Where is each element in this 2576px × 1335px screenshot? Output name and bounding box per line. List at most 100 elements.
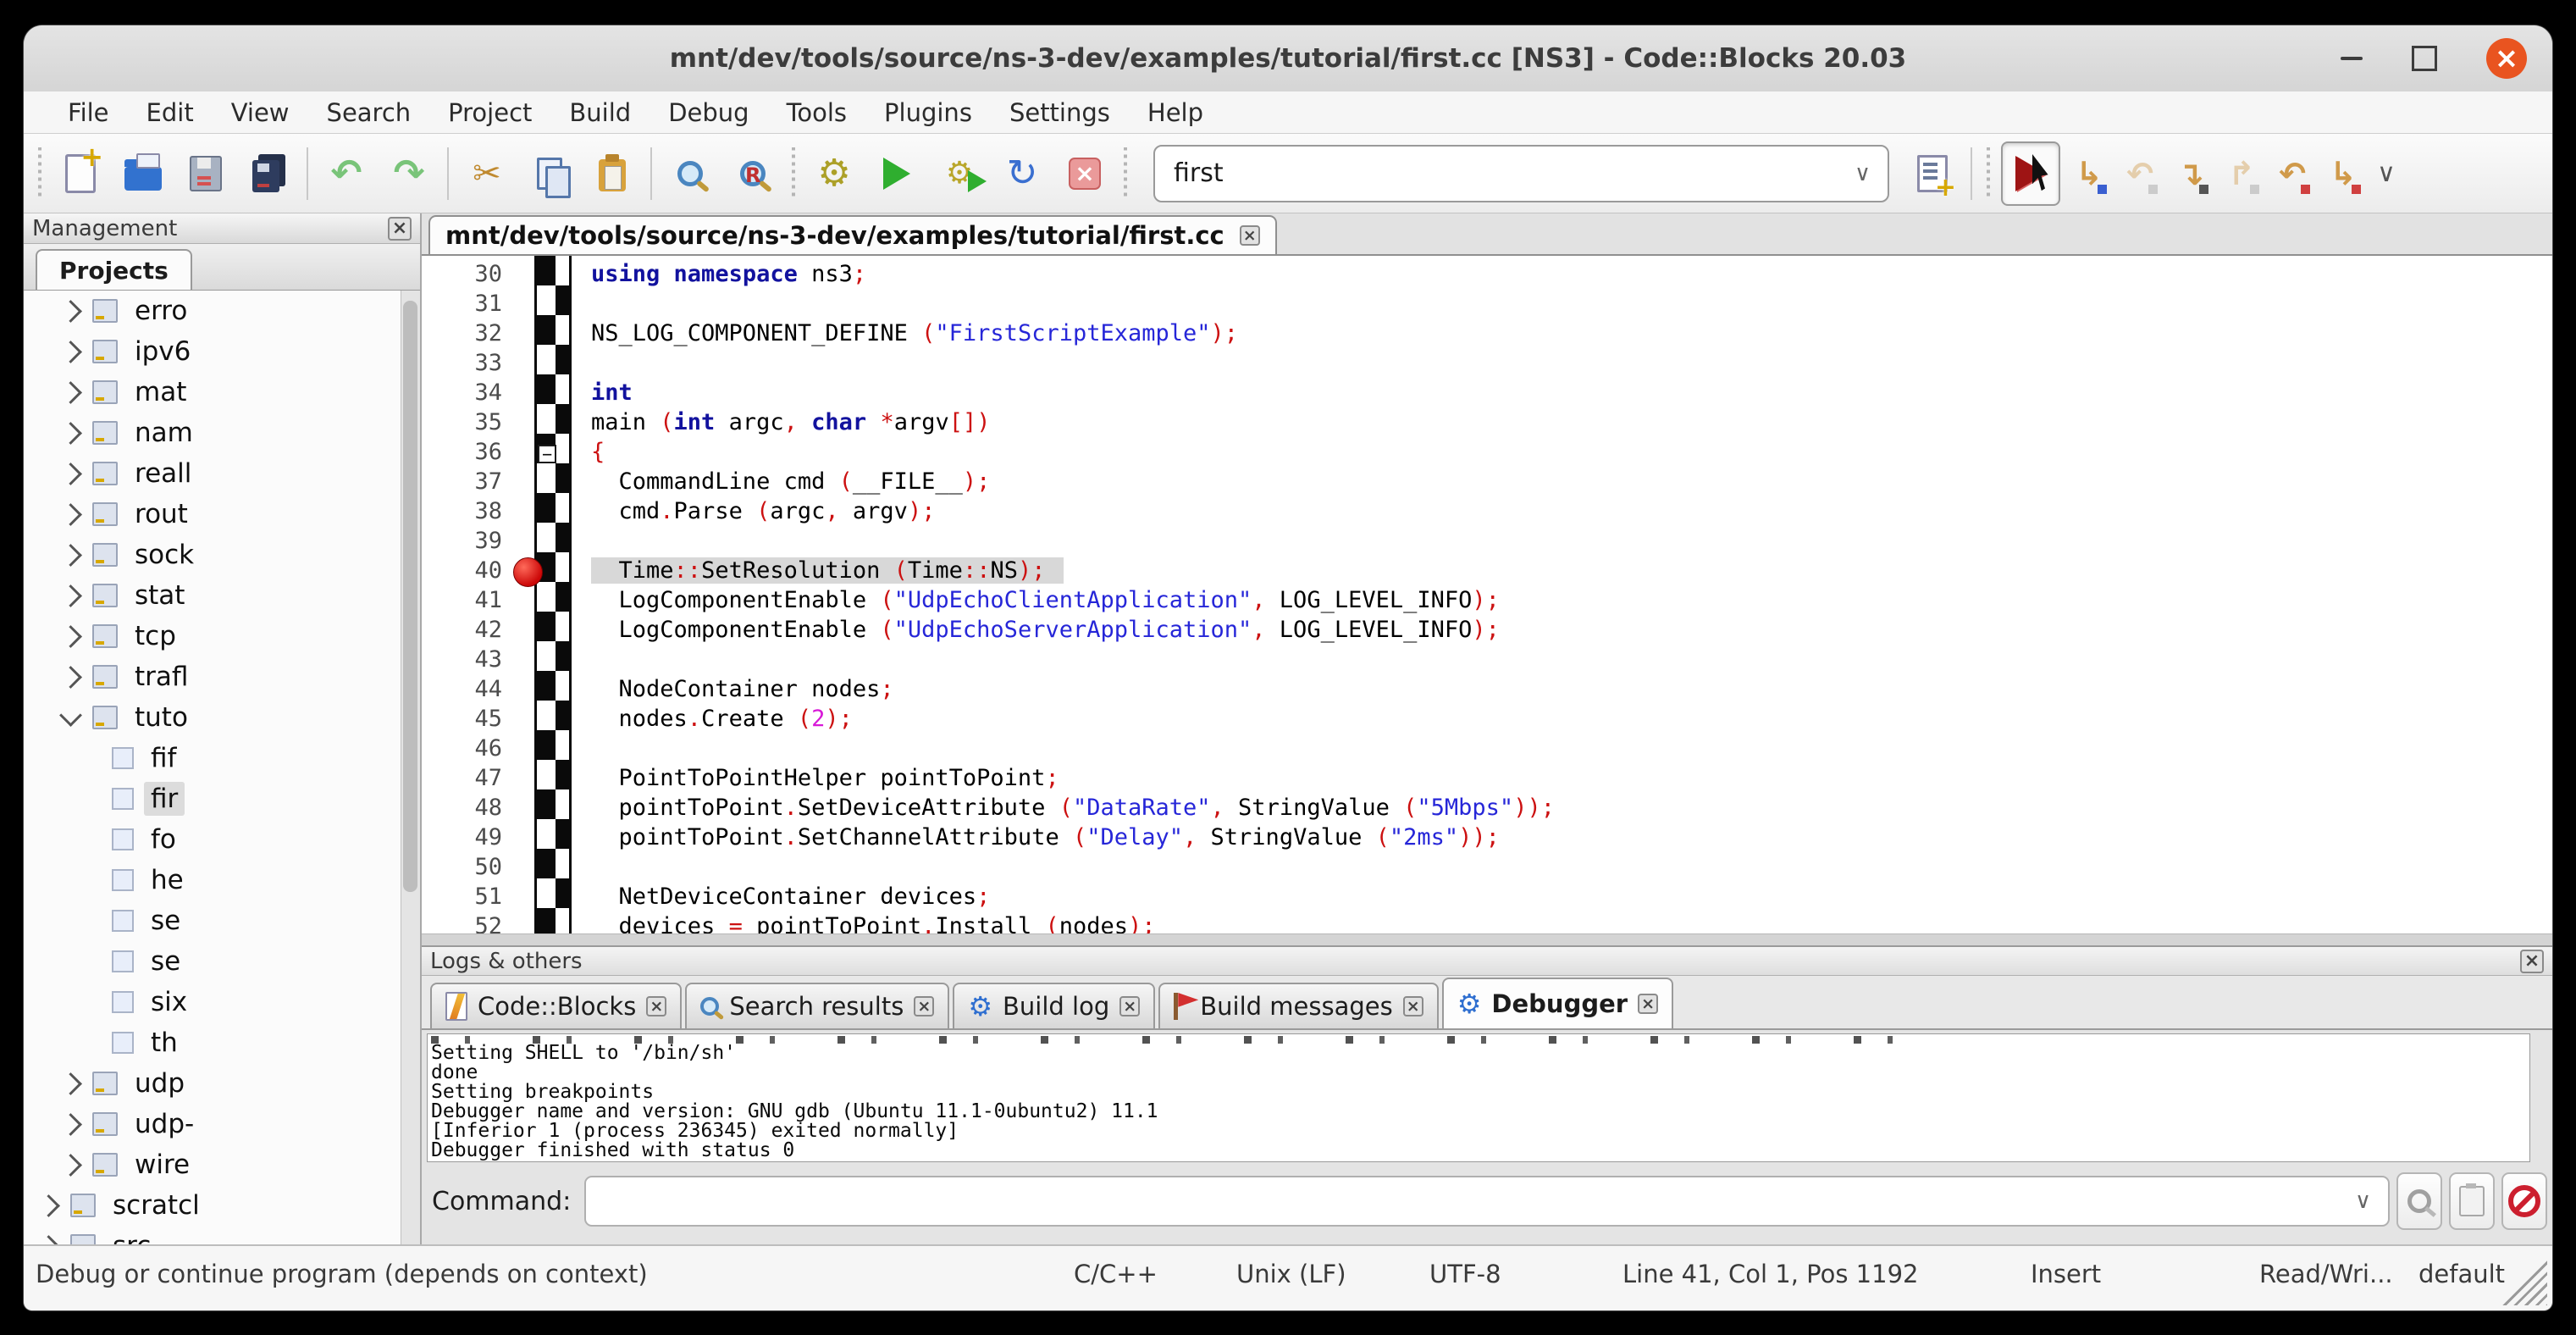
chevron-right-icon[interactable] xyxy=(37,1235,60,1244)
close-logs-icon[interactable]: × xyxy=(2520,950,2544,973)
command-input[interactable]: ∨ xyxy=(584,1176,2390,1227)
chevron-right-icon[interactable] xyxy=(59,625,82,648)
step-into-instruction-button[interactable]: ↳ xyxy=(2320,147,2366,201)
tree-item-th[interactable]: th xyxy=(24,1022,403,1063)
menu-view[interactable]: View xyxy=(213,91,308,133)
replace-button[interactable] xyxy=(725,143,781,204)
code-line[interactable]: 39 xyxy=(422,528,2552,557)
fold-marker[interactable]: − xyxy=(538,445,556,463)
close-window-icon[interactable]: × xyxy=(2486,38,2527,79)
chevron-right-icon[interactable] xyxy=(59,300,82,323)
code-line[interactable]: 33 xyxy=(422,350,2552,379)
debugger-output[interactable]: Setting SHELL to '/bin/sh'doneSetting br… xyxy=(427,1033,2530,1162)
editor-tab[interactable]: mnt/dev/tools/source/ns-3-dev/examples/t… xyxy=(428,215,1277,254)
line-margin[interactable] xyxy=(534,646,572,676)
close-log-tab-icon[interactable]: × xyxy=(914,996,934,1016)
code-line[interactable]: 37 CommandLine cmd (__FILE__); xyxy=(422,468,2552,498)
tree-item-sock[interactable]: sock xyxy=(24,535,403,575)
tree-item-reall[interactable]: reall xyxy=(24,453,403,494)
close-log-tab-icon[interactable]: × xyxy=(646,996,666,1016)
code-line[interactable]: 34int xyxy=(422,379,2552,409)
toolbar-grip[interactable] xyxy=(1121,147,1130,200)
toolbar-grip[interactable] xyxy=(789,147,798,200)
tree-item-fif[interactable]: fif xyxy=(24,738,403,778)
chevron-right-icon[interactable] xyxy=(59,544,82,567)
step-into-button[interactable]: ↴ xyxy=(2168,147,2214,201)
chevron-right-icon[interactable] xyxy=(59,1154,82,1177)
tree-item-udp[interactable]: udp xyxy=(24,1063,403,1104)
tree-scrollbar-thumb[interactable] xyxy=(403,301,417,892)
close-log-tab-icon[interactable]: × xyxy=(1638,994,1658,1014)
line-margin[interactable] xyxy=(534,735,572,765)
code-line[interactable]: 31 xyxy=(422,291,2552,320)
chevron-right-icon[interactable] xyxy=(59,341,82,363)
chevron-down-icon[interactable] xyxy=(59,704,82,727)
menu-file[interactable]: File xyxy=(49,91,128,133)
paste-button[interactable] xyxy=(584,143,640,204)
stop-debugger-button[interactable] xyxy=(2501,1172,2547,1230)
menu-search[interactable]: Search xyxy=(308,91,430,133)
minimize-icon[interactable] xyxy=(2341,57,2363,60)
save-all-button[interactable] xyxy=(240,143,296,204)
chevron-right-icon[interactable] xyxy=(59,503,82,526)
chevron-right-icon[interactable] xyxy=(59,381,82,404)
tree-item-rout[interactable]: rout xyxy=(24,494,403,535)
menu-project[interactable]: Project xyxy=(429,91,550,133)
code-line[interactable]: 42 LogComponentEnable ("UdpEchoServerApp… xyxy=(422,617,2552,646)
log-tab-build-log[interactable]: ⚙Build log× xyxy=(953,983,1155,1028)
close-log-tab-icon[interactable]: × xyxy=(1403,996,1423,1016)
save-button[interactable] xyxy=(178,143,234,204)
line-margin[interactable] xyxy=(534,498,572,528)
line-margin[interactable] xyxy=(534,765,572,795)
line-margin[interactable] xyxy=(534,320,572,350)
menu-help[interactable]: Help xyxy=(1129,91,1222,133)
undo-button[interactable]: ↶ xyxy=(318,143,374,204)
chevron-down-icon[interactable]: ∨ xyxy=(1855,161,1888,186)
log-tab-build-messages[interactable]: Build messages× xyxy=(1158,983,1438,1028)
tree-item-six[interactable]: six xyxy=(24,982,403,1022)
build-and-run-button[interactable]: ⚙ xyxy=(931,143,987,204)
tree-item-ipv6[interactable]: ipv6 xyxy=(24,331,403,372)
line-margin[interactable] xyxy=(534,350,572,379)
tree-scrollbar[interactable] xyxy=(401,291,420,1244)
code-line[interactable]: 47 PointToPointHelper pointToPoint; xyxy=(422,765,2552,795)
tree-item-tuto[interactable]: tuto xyxy=(24,697,403,738)
line-margin[interactable] xyxy=(534,617,572,646)
line-margin[interactable] xyxy=(534,409,572,439)
title-bar[interactable]: mnt/dev/tools/source/ns-3-dev/examples/t… xyxy=(24,25,2552,92)
line-margin[interactable] xyxy=(534,854,572,884)
toolbar-overflow-chevron-icon[interactable]: ∨ xyxy=(2377,158,2396,188)
tree-item-src[interactable]: src xyxy=(24,1226,403,1244)
line-margin[interactable] xyxy=(534,261,572,291)
tree-item-scratcl[interactable]: scratcl xyxy=(24,1185,403,1226)
new-file-button[interactable] xyxy=(53,143,108,204)
close-log-tab-icon[interactable]: × xyxy=(1119,996,1140,1016)
code-editor[interactable]: 30using namespace ns3;3132NS_LOG_COMPONE… xyxy=(422,256,2552,933)
line-margin[interactable] xyxy=(534,706,572,735)
code-line[interactable]: 43 xyxy=(422,646,2552,676)
line-margin[interactable] xyxy=(534,468,572,498)
chevron-right-icon[interactable] xyxy=(59,666,82,689)
log-tab-code-blocks[interactable]: Code::Blocks× xyxy=(430,983,682,1028)
chevron-right-icon[interactable] xyxy=(59,463,82,485)
build-button[interactable]: ⚙ xyxy=(806,143,862,204)
tree-item-se[interactable]: se xyxy=(24,900,403,941)
code-line[interactable]: 51 NetDeviceContainer devices; xyxy=(422,884,2552,913)
code-line[interactable]: 48 pointToPoint.SetDeviceAttribute ("Dat… xyxy=(422,795,2552,824)
resize-grip[interactable] xyxy=(2500,1258,2547,1305)
tree-item-fo[interactable]: fo xyxy=(24,819,403,860)
code-line[interactable]: 30using namespace ns3; xyxy=(422,261,2552,291)
tree-item-trafl[interactable]: trafl xyxy=(24,656,403,697)
code-line[interactable]: 49 pointToPoint.SetChannelAttribute ("De… xyxy=(422,824,2552,854)
editor-horizontal-scrollbar[interactable] xyxy=(422,933,2552,946)
line-margin[interactable] xyxy=(534,528,572,557)
copy-log-button[interactable] xyxy=(2449,1172,2495,1230)
toolbar-grip[interactable] xyxy=(1984,147,1993,200)
code-line[interactable]: 46 xyxy=(422,735,2552,765)
tab-projects[interactable]: Projects xyxy=(36,249,192,290)
redo-button[interactable]: ↷ xyxy=(381,143,437,204)
tree-item-wire[interactable]: wire xyxy=(24,1144,403,1185)
code-line[interactable]: 52 devices = pointToPoint.Install (nodes… xyxy=(422,913,2552,933)
code-line[interactable]: 41 LogComponentEnable ("UdpEchoClientApp… xyxy=(422,587,2552,617)
abort-button[interactable]: × xyxy=(1057,143,1113,204)
